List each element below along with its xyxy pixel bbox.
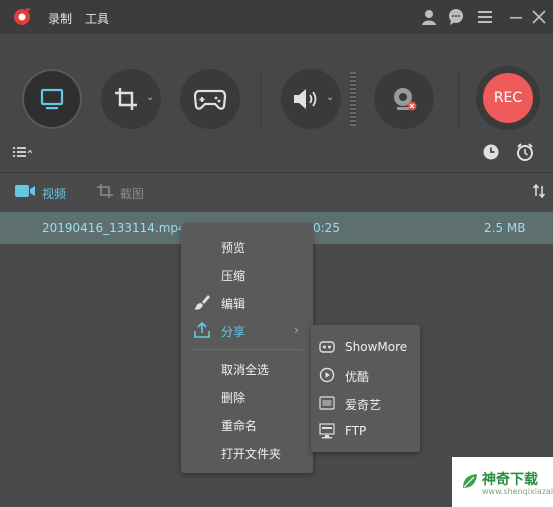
webcam-button[interactable] bbox=[374, 69, 434, 129]
toolbar-divider bbox=[260, 72, 261, 128]
menu-item-label: 分享 bbox=[221, 325, 246, 339]
title-bar: 录制 工具 bbox=[0, 0, 553, 34]
share-item-label: 优酷 bbox=[345, 370, 370, 384]
screen-mode-button[interactable] bbox=[22, 69, 82, 129]
share-item-label: FTP bbox=[345, 424, 367, 438]
close-icon[interactable] bbox=[530, 8, 548, 26]
audio-dropdown-icon[interactable]: ⌄ bbox=[326, 92, 334, 103]
menu-divider bbox=[191, 349, 303, 350]
webcam-off-icon bbox=[394, 88, 417, 111]
leaf-logo-icon bbox=[463, 474, 477, 488]
region-dropdown-icon[interactable]: ⌄ bbox=[146, 92, 154, 103]
speaker-icon bbox=[294, 89, 317, 109]
menu-item-delete[interactable]: 删除 bbox=[181, 383, 313, 409]
showmore-icon bbox=[319, 341, 335, 353]
share-item-iqiyi[interactable]: 爱奇艺 bbox=[311, 389, 420, 417]
crop-icon bbox=[115, 88, 137, 110]
menu-item-label: 预览 bbox=[221, 241, 246, 255]
menu-item-open-folder[interactable]: 打开文件夹 bbox=[181, 439, 313, 465]
menu-item-share[interactable]: 分享 › bbox=[181, 317, 313, 343]
menu-tools[interactable]: 工具 bbox=[85, 10, 109, 27]
youku-play-icon bbox=[319, 367, 335, 383]
video-camera-icon bbox=[15, 185, 35, 197]
menu-item-edit[interactable]: 编辑 bbox=[181, 289, 313, 315]
game-mode-button[interactable] bbox=[180, 69, 240, 129]
menu-record[interactable]: 录制 bbox=[48, 10, 72, 27]
menu-item-compress[interactable]: 压缩 bbox=[181, 261, 313, 287]
share-item-youku[interactable]: 优酷 bbox=[311, 361, 420, 389]
menu-item-label: 编辑 bbox=[221, 297, 246, 311]
sort-icon[interactable] bbox=[532, 184, 546, 198]
menu-item-preview[interactable]: 预览 bbox=[181, 233, 313, 259]
alarm-icon[interactable] bbox=[516, 142, 534, 162]
menu-item-label: 压缩 bbox=[221, 269, 246, 283]
menu-item-rename[interactable]: 重命名 bbox=[181, 411, 313, 437]
schedule-icon[interactable] bbox=[482, 143, 500, 161]
context-menu: 预览 压缩 编辑 分享 › 取消全选 删除 重命名 打开文件夹 bbox=[181, 223, 313, 473]
app-logo-icon bbox=[14, 8, 31, 25]
gamepad-icon bbox=[193, 89, 227, 110]
share-item-label: 爱奇艺 bbox=[345, 398, 382, 412]
monitor-icon bbox=[40, 88, 64, 110]
ftp-server-icon bbox=[319, 423, 335, 439]
audio-level-meter bbox=[350, 72, 356, 126]
menu-item-label: 取消全选 bbox=[221, 363, 270, 377]
chevron-right-icon: › bbox=[294, 323, 299, 337]
minimize-icon[interactable] bbox=[507, 8, 525, 26]
watermark: 神奇下载 www.shenqixiazai.com bbox=[452, 457, 553, 507]
tab-video[interactable]: 视频 bbox=[42, 185, 66, 202]
watermark-url: www.shenqixiazai.com bbox=[482, 487, 553, 496]
tab-screenshot[interactable]: 截图 bbox=[120, 185, 144, 202]
share-icon bbox=[194, 321, 210, 338]
menu-item-label: 删除 bbox=[221, 391, 246, 405]
share-item-showmore[interactable]: ShowMore bbox=[311, 333, 420, 361]
recorder-window: 录制 工具 ⌄ ⌄ REC 视频 截图 20190416_133114.mp4 … bbox=[0, 0, 553, 507]
brush-icon bbox=[194, 295, 210, 310]
watermark-brand: 神奇下载 bbox=[482, 472, 538, 488]
user-icon[interactable] bbox=[420, 8, 438, 26]
list-options-icon[interactable] bbox=[12, 145, 34, 159]
screenshot-crop-icon bbox=[97, 184, 113, 198]
share-submenu: ShowMore 优酷 爱奇艺 FTP bbox=[311, 325, 420, 452]
chat-icon[interactable] bbox=[447, 8, 465, 26]
menu-item-label: 重命名 bbox=[221, 419, 258, 433]
file-size: 2.5 MB bbox=[484, 221, 526, 235]
menu-item-label: 打开文件夹 bbox=[221, 447, 282, 461]
file-duration: 0:25 bbox=[313, 221, 340, 235]
media-tabs bbox=[0, 172, 553, 211]
share-item-label: ShowMore bbox=[345, 340, 408, 354]
rec-button[interactable]: REC bbox=[483, 73, 533, 123]
file-name: 20190416_133114.mp4 bbox=[42, 221, 186, 235]
toolbar bbox=[0, 34, 553, 170]
toolbar-divider-2 bbox=[458, 72, 459, 128]
iqiyi-icon bbox=[319, 396, 335, 410]
share-item-ftp[interactable]: FTP bbox=[311, 417, 420, 445]
menu-item-deselect-all[interactable]: 取消全选 bbox=[181, 355, 313, 381]
menu-icon[interactable] bbox=[476, 8, 494, 26]
